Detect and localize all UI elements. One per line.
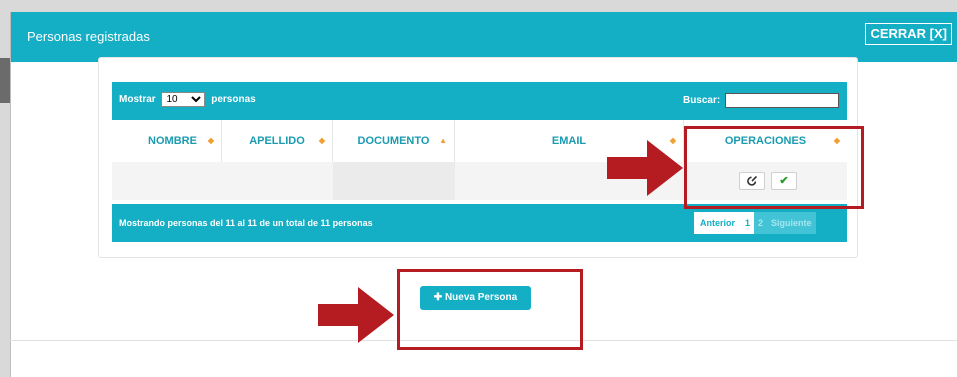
highlight-box-operations xyxy=(684,126,864,209)
pagination-next[interactable]: Siguiente xyxy=(767,212,816,234)
arrow-right-icon xyxy=(607,140,683,196)
cell-documento xyxy=(333,162,455,200)
pagination-page-2[interactable]: 2 xyxy=(754,212,768,234)
modal-header: Personas registradas CERRAR [X] xyxy=(11,12,957,62)
show-suffix: personas xyxy=(211,94,256,105)
table-controls: Mostrar 10 personas Buscar: xyxy=(112,82,847,120)
search-control: Buscar: xyxy=(683,93,839,108)
table-info: Mostrando personas del 11 al 11 de un to… xyxy=(119,218,373,228)
sort-asc-icon: ▲ xyxy=(439,136,447,145)
show-prefix: Mostrar xyxy=(119,94,156,105)
pagination: Anterior 1 2 Siguiente xyxy=(694,212,816,234)
column-label: APELLIDO xyxy=(249,135,305,147)
sort-both-icon: ◆ xyxy=(318,136,325,145)
modal-title: Personas registradas xyxy=(27,29,150,44)
column-header-nombre[interactable]: NOMBRE ◆ xyxy=(124,120,222,162)
table-footer: Mostrando personas del 11 al 11 de un to… xyxy=(112,204,847,242)
pagination-prev[interactable]: Anterior xyxy=(694,212,742,234)
column-label: DOCUMENTO xyxy=(357,135,430,147)
scrollbar-handle[interactable] xyxy=(0,58,10,103)
column-header-apellido[interactable]: APELLIDO ◆ xyxy=(222,120,333,162)
cell-apellido xyxy=(222,162,333,200)
search-label: Buscar: xyxy=(682,95,721,107)
cell-nombre xyxy=(112,162,222,200)
pagination-page-1[interactable]: 1 xyxy=(741,212,755,234)
column-label: EMAIL xyxy=(551,135,587,147)
search-input[interactable] xyxy=(725,93,839,108)
close-button[interactable]: CERRAR [X] xyxy=(865,23,952,45)
arrow-right-icon xyxy=(318,287,394,343)
page-length-control: Mostrar 10 personas xyxy=(119,92,256,107)
column-header-documento[interactable]: DOCUMENTO ▲ xyxy=(333,120,455,162)
sort-both-icon: ◆ xyxy=(207,136,214,145)
column-label: NOMBRE xyxy=(148,135,197,147)
highlight-box-new-person xyxy=(397,269,583,350)
page-length-select[interactable]: 10 xyxy=(161,92,206,107)
